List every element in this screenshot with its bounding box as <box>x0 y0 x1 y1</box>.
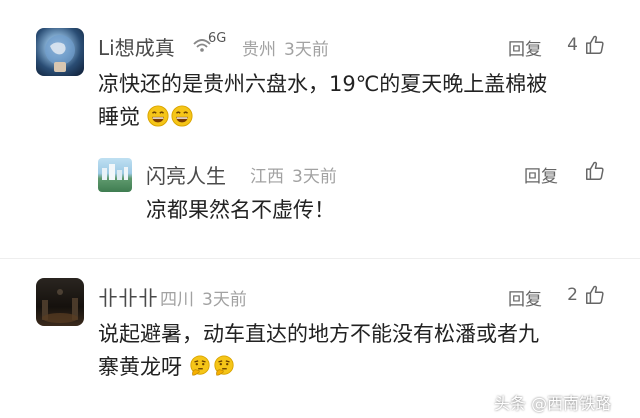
comment-time: 3天前 <box>284 40 329 60</box>
divider <box>0 258 640 259</box>
avatar[interactable] <box>98 158 132 192</box>
grin-emoji-icon <box>171 105 193 127</box>
reply-button[interactable]: 回复 <box>524 162 558 187</box>
watermark: 头条 @西南铁路 <box>494 394 612 413</box>
comment-text-line-2: 睡觉 <box>98 101 547 134</box>
comment-location: 贵州 <box>242 40 276 60</box>
comment-username[interactable]: 卝卝卝 <box>98 282 158 311</box>
comment-time: 3天前 <box>292 167 337 187</box>
thinking-emoji-icon <box>190 355 210 376</box>
thumbs-up-icon[interactable] <box>584 284 606 306</box>
avatar[interactable] <box>36 278 84 326</box>
reply-button[interactable]: 回复 <box>508 35 542 60</box>
like-count: 2 <box>567 285 578 305</box>
comment-text: 说起避暑，动车直达的地方不能没有松潘或者九 寨黄龙呀 <box>98 318 539 384</box>
earth-icon <box>45 35 75 72</box>
city-icon <box>102 164 128 180</box>
comment-text-line: 说起避暑，动车直达的地方不能没有松潘或者九 <box>98 322 539 346</box>
night-scene-icon <box>42 289 78 323</box>
comment-text: 凉快还的是贵州六盘水，19℃的夏天晚上盖棉被 睡觉 <box>98 68 547 134</box>
comment-username[interactable]: Li想成真 <box>98 32 175 61</box>
thumbs-up-icon[interactable] <box>584 34 606 56</box>
comment-text: 凉都果然名不虚传！ <box>146 198 335 222</box>
avatar[interactable] <box>36 28 84 76</box>
comment-text-line: 凉快还的是贵州六盘水，19℃的夏天晚上盖棉被 <box>98 72 548 96</box>
grin-emoji-icon <box>147 105 169 127</box>
thinking-emoji-icon <box>214 355 234 376</box>
comment-location: 四川 <box>160 290 194 310</box>
thumbs-up-icon[interactable] <box>584 160 606 182</box>
comment-time: 3天前 <box>202 290 247 310</box>
network-label: 6G <box>208 31 227 46</box>
comment-text-line-2: 寨黄龙呀 <box>98 351 539 384</box>
like-count: 4 <box>567 35 578 55</box>
reply-button[interactable]: 回复 <box>508 285 542 310</box>
comment-location: 江西 <box>250 167 284 187</box>
comment-username[interactable]: 闪亮人生 <box>146 160 226 189</box>
